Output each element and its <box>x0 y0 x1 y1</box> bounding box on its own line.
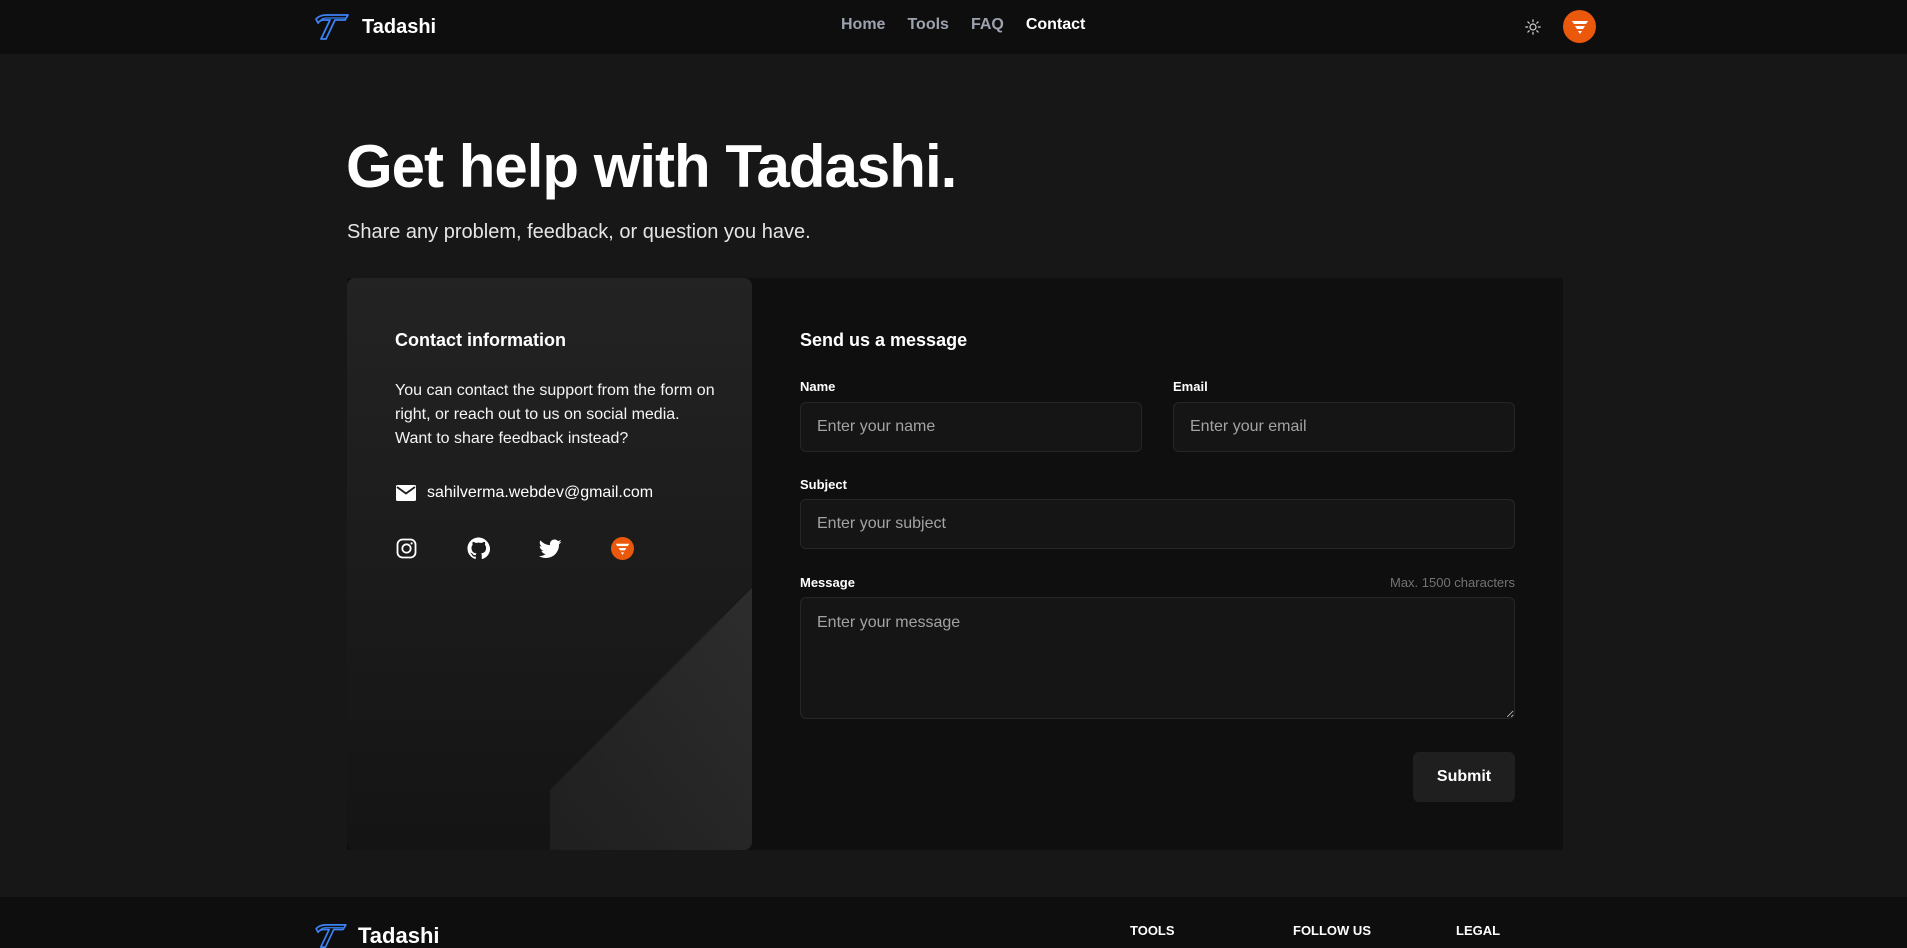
page-title: Get help with Tadashi. <box>346 133 957 200</box>
name-label: Name <box>800 379 836 394</box>
email-label: Email <box>1173 379 1208 394</box>
submit-button[interactable]: Submit <box>1413 752 1515 802</box>
instagram-icon <box>396 538 417 559</box>
subject-input[interactable] <box>800 499 1515 549</box>
footer-brand-name: Tadashi <box>358 923 440 948</box>
top-navbar: Tadashi Home Tools FAQ Contact <box>0 0 1907 54</box>
contact-info-text: You can contact the support from the for… <box>395 382 715 447</box>
github-link[interactable] <box>467 537 490 560</box>
message-label: Message <box>800 575 855 590</box>
nav-faq[interactable]: FAQ <box>971 16 1004 34</box>
sun-icon <box>1525 19 1541 35</box>
main-nav: Home Tools FAQ Contact <box>841 16 1085 34</box>
contact-card: Contact information You can contact the … <box>347 278 1563 850</box>
subject-label: Subject <box>800 477 847 492</box>
contact-info-title: Contact information <box>395 330 566 350</box>
tadashi-badge-icon <box>1571 20 1588 34</box>
email-input[interactable] <box>1173 402 1515 452</box>
footer: Tadashi TOOLS FOLLOW US LEGAL <box>0 897 1907 948</box>
tadashi-badge-icon <box>611 537 634 560</box>
support-email[interactable]: sahilverma.webdev@gmail.com <box>395 484 653 502</box>
nav-home[interactable]: Home <box>841 16 885 34</box>
mail-icon <box>396 485 416 501</box>
tadashi-logo-icon <box>315 14 349 40</box>
tadashi-logo-icon <box>315 924 347 948</box>
tadashi-link[interactable] <box>611 537 634 560</box>
footer-col-tools: TOOLS <box>1130 923 1175 938</box>
github-icon <box>467 537 490 560</box>
page-subtitle: Share any problem, feedback, or question… <box>347 221 811 243</box>
nav-tools[interactable]: Tools <box>907 16 948 34</box>
decorative-shape <box>550 588 752 850</box>
message-textarea[interactable] <box>800 597 1515 719</box>
footer-brand[interactable]: Tadashi <box>314 923 440 948</box>
form-title: Send us a message <box>800 330 968 350</box>
twitter-link[interactable] <box>539 537 562 560</box>
theme-toggle-button[interactable] <box>1522 16 1544 38</box>
social-links <box>395 537 634 560</box>
support-email-text: sahilverma.webdev@gmail.com <box>427 484 654 501</box>
twitter-icon <box>539 539 562 558</box>
brand-name: Tadashi <box>362 15 437 38</box>
user-avatar[interactable] <box>1563 10 1596 43</box>
name-input[interactable] <box>800 402 1142 452</box>
brand-link[interactable]: Tadashi <box>314 13 436 41</box>
footer-col-follow-us: FOLLOW US <box>1293 923 1371 938</box>
footer-col-legal: LEGAL <box>1456 923 1501 938</box>
instagram-link[interactable] <box>395 537 418 560</box>
nav-contact[interactable]: Contact <box>1026 16 1086 34</box>
contact-info-panel: Contact information You can contact the … <box>347 278 752 850</box>
message-char-limit: Max. 1500 characters <box>1389 575 1515 590</box>
